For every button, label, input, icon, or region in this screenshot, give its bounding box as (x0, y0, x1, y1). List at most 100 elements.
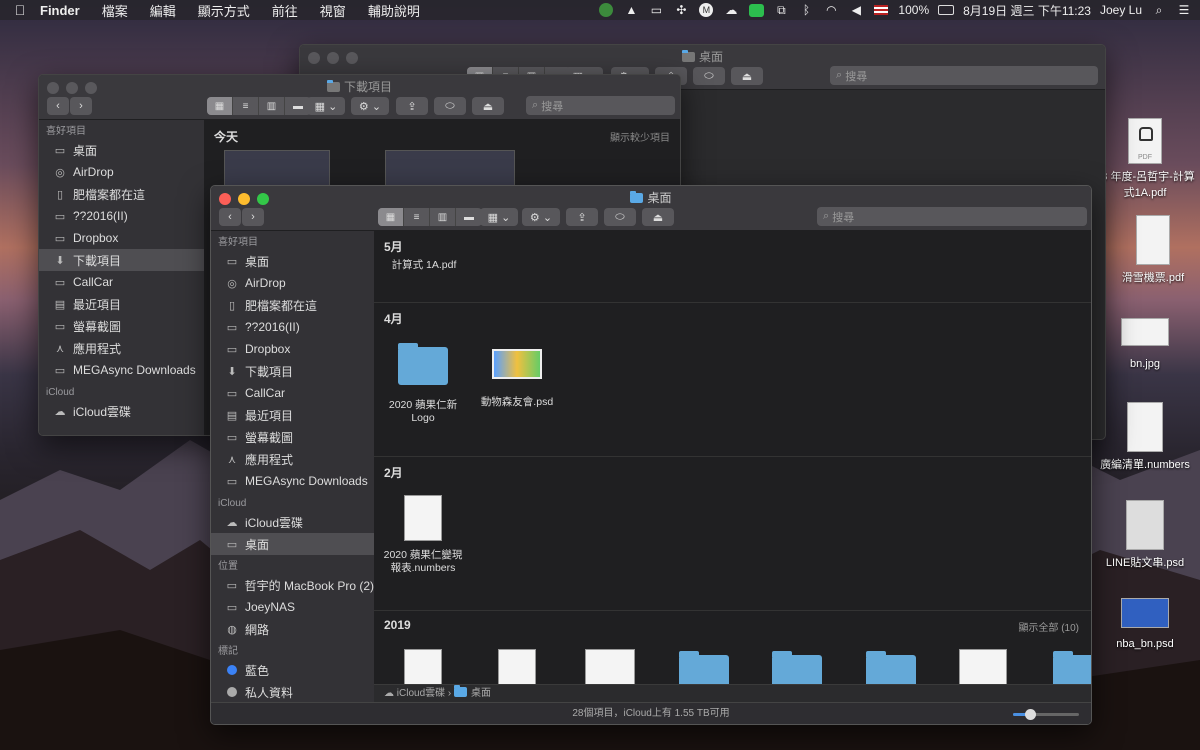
eject-button[interactable]: ⏏ (642, 208, 674, 226)
slider-knob[interactable] (1025, 709, 1036, 720)
sidebar-item-airdrop[interactable]: ◎ AirDrop (39, 161, 204, 183)
file-item[interactable]: 動物森友會.psd (472, 349, 562, 409)
sidebar-item-screenshots[interactable]: ▭ 螢幕截圖 (211, 426, 374, 448)
desktop-item[interactable]: PDF 08 年度-呂哲宇-計算式1A.pdf (1090, 118, 1200, 200)
notification-center-icon[interactable]: ☰ (1176, 3, 1192, 17)
sidebar-item-dropbox[interactable]: ▭ Dropbox (211, 338, 374, 360)
tags-button[interactable]: ⬭ (604, 208, 636, 226)
menu-go[interactable]: 前往 (272, 1, 298, 20)
sidebar-item-fat-files[interactable]: ▯ 肥檔案都在這 (211, 294, 374, 316)
icon-view-icon[interactable]: ▦ (378, 208, 404, 226)
line-icon[interactable] (748, 3, 764, 17)
sidebar-item-dropbox[interactable]: ▭ Dropbox (39, 227, 204, 249)
sidebar-item-megasync[interactable]: ▭ MEGAsync Downloads (39, 359, 204, 381)
sidebar-item-tag-private[interactable]: 私人資料 (211, 681, 374, 703)
wifi-icon[interactable]: ◠ (823, 3, 839, 17)
list-view-icon[interactable]: ≡ (404, 208, 430, 226)
share-button[interactable]: ⇪ (396, 97, 428, 115)
cone-icon[interactable]: ▲ (623, 3, 639, 17)
sidebar-item-icloud-drive[interactable]: ☁ iCloud雲碟 (211, 511, 374, 533)
folder-item[interactable]: 2020 蘋果仁新 Logo (378, 343, 468, 425)
sidebar-item-desktop[interactable]: ▭ 桌面 (211, 250, 374, 272)
menu-view[interactable]: 顯示方式 (198, 1, 250, 20)
file-area[interactable]: 5月 計算式 1A.pdf 4月 2020 蘋果仁新 Logo 動物森友會.ps… (211, 231, 1091, 724)
cloud-sync-icon[interactable]: ☁ (723, 3, 739, 17)
sidebar-item-2016[interactable]: ▭ ??2016(II) (211, 316, 374, 338)
forward-button[interactable]: › (242, 208, 264, 226)
action-button[interactable]: ⚙ ⌄ (351, 97, 389, 115)
back-button[interactable]: ‹ (47, 97, 69, 115)
m-app-icon[interactable]: M (698, 3, 714, 17)
sidebar-item-megasync[interactable]: ▭ MEGAsync Downloads (211, 470, 374, 492)
view-mode-control[interactable]: ▦≡▥▬ (207, 97, 311, 115)
eject-button[interactable]: ⏏ (472, 97, 504, 115)
file-item[interactable]: 計算式 1A.pdf (384, 259, 464, 272)
menu-window[interactable]: 視窗 (320, 1, 346, 20)
clock[interactable]: 8月19日 週三 下午11:23 (963, 2, 1091, 19)
sidebar-item-icloud-drive[interactable]: ☁ iCloud雲碟 (39, 400, 204, 422)
search-field[interactable]: ⌕ 搜尋 (830, 66, 1098, 85)
icon-view-icon[interactable]: ▦ (207, 97, 233, 115)
screenshot-thumbnail[interactable] (224, 150, 330, 188)
sidebar-item-icloud-desktop[interactable]: ▭ 桌面 (211, 533, 374, 555)
app-status-icon[interactable] (598, 3, 614, 17)
desktop-item[interactable]: nba_bn.psd (1090, 598, 1200, 650)
sidebar-item-callcar[interactable]: ▭ CallCar (211, 382, 374, 404)
bluetooth-icon[interactable]: ᛒ (798, 3, 814, 17)
sidebar-item-screenshots[interactable]: ▭ 螢幕截圖 (39, 315, 204, 337)
sidebar-item-recents[interactable]: ▤ 最近項目 (39, 293, 204, 315)
path-item-icloud-drive[interactable]: iCloud雲碟 (397, 688, 445, 699)
search-field[interactable]: ⌕ 搜尋 (817, 207, 1087, 226)
document-thumbnail[interactable] (959, 649, 1007, 689)
back-button[interactable]: ‹ (219, 208, 241, 226)
desktop-item[interactable]: 廣編清單.numbers (1090, 402, 1200, 472)
desktop-item[interactable]: LINE貼文串.psd (1090, 500, 1200, 570)
group-button[interactable]: ▦ ⌄ (307, 97, 345, 115)
menu-file[interactable]: 檔案 (102, 1, 128, 20)
sidebar-item-fat-files[interactable]: ▯ 肥檔案都在這 (39, 183, 204, 205)
sidebar-item-downloads[interactable]: ⬇ 下載項目 (39, 249, 204, 271)
sidebar-item-recents[interactable]: ▤ 最近項目 (211, 404, 374, 426)
document-thumbnail[interactable] (585, 649, 635, 689)
icon-size-slider[interactable] (1013, 709, 1079, 720)
show-less-link[interactable]: 顯示較少項目 (610, 129, 670, 144)
gallery-view-icon[interactable]: ▬ (456, 208, 482, 226)
group-button[interactable]: ▦ ⌄ (480, 208, 518, 226)
finder-window-desktop[interactable]: 桌面 ‹ › ▦ ≡ ▥ ▬ ▦ ⌄ ⚙ ⌄ ⇪ ⬭ ⏏ ⌕ 搜尋 喜好項目 ▭ 桌面 … (210, 185, 1092, 725)
sidebar-item-2016[interactable]: ▭ ??2016(II) (39, 205, 204, 227)
column-view-icon[interactable]: ▥ (430, 208, 456, 226)
menu-edit[interactable]: 編輯 (150, 1, 176, 20)
document-thumbnail[interactable] (498, 649, 536, 689)
column-view-icon[interactable]: ▥ (259, 97, 285, 115)
screenshot-thumbnail[interactable] (385, 150, 515, 188)
file-item[interactable]: 2020 蘋果仁變現 報表.numbers (378, 495, 468, 575)
action-button[interactable]: ⚙ ⌄ (522, 208, 560, 226)
menu-help[interactable]: 輔助說明 (368, 1, 420, 20)
forward-button[interactable]: › (70, 97, 92, 115)
tags-button[interactable]: ⬭ (693, 67, 725, 85)
sidebar-item-network[interactable]: ◍ 網路 (211, 618, 374, 640)
show-all-link[interactable]: 顯示全部 (10) (1018, 619, 1079, 634)
icloud-drive-icon[interactable]: ▭ (648, 3, 664, 17)
sidebar-item-airdrop[interactable]: ◎ AirDrop (211, 272, 374, 294)
sidebar-item-applications[interactable]: ⋏ 應用程式 (211, 448, 374, 470)
sidebar-item-joeynas[interactable]: ▭ JoeyNAS (211, 596, 374, 618)
user-name[interactable]: Joey Lu (1100, 3, 1142, 17)
document-thumbnail[interactable] (404, 649, 442, 689)
share-button[interactable]: ⇪ (566, 208, 598, 226)
apple-menu-icon[interactable]:  (0, 2, 40, 18)
view-mode-control[interactable]: ▦≡▥▬ (378, 208, 482, 226)
flag-icon[interactable] (873, 3, 889, 17)
sidebar-item-macbook[interactable]: ▭ 哲宇的 MacBook Pro (2) (211, 574, 374, 596)
sidebar-item-desktop[interactable]: ▭ 桌面 (39, 139, 204, 161)
desktop-item[interactable]: bn.jpg (1090, 318, 1200, 370)
battery-icon[interactable] (938, 3, 955, 17)
tags-button[interactable]: ⬭ (434, 97, 466, 115)
sidebar-item-downloads[interactable]: ⬇ 下載項目 (211, 360, 374, 382)
sidebar-item-applications[interactable]: ⋏ 應用程式 (39, 337, 204, 359)
path-item-desktop[interactable]: 桌面 (471, 688, 491, 699)
screen-share-icon[interactable]: ⧉ (773, 3, 789, 17)
desktop-item[interactable]: 滑雪機票.pdf (1098, 215, 1200, 285)
list-view-icon[interactable]: ≡ (233, 97, 259, 115)
eject-button[interactable]: ⏏ (731, 67, 763, 85)
